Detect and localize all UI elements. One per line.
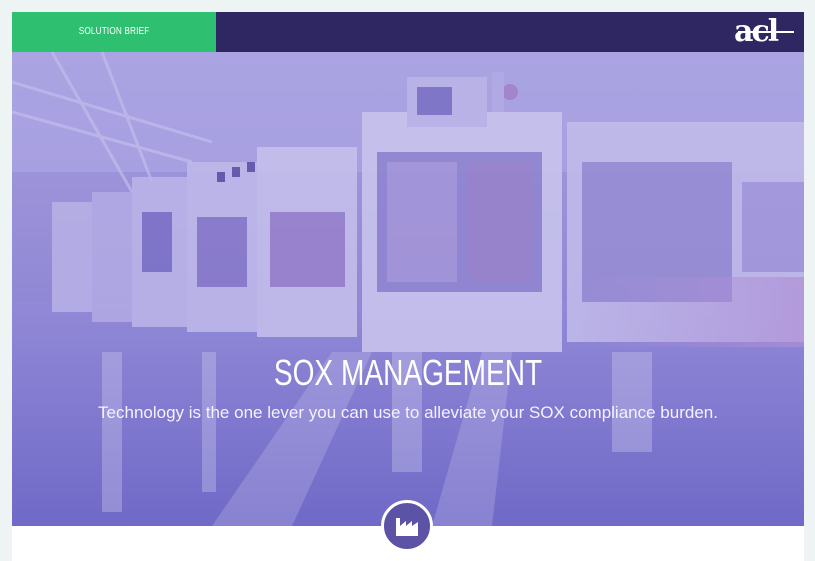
hero-subtitle: Technology is the one lever you can use … bbox=[98, 403, 718, 422]
factory-icon-badge bbox=[381, 500, 433, 552]
hero-title: SOX MANAGEMENT bbox=[12, 352, 804, 394]
badge-label: SOLUTION BRIEF bbox=[78, 26, 150, 37]
solution-brief-page: SOLUTION BRIEF acl SOX MANAGEMENT Techno… bbox=[12, 12, 804, 561]
solution-brief-badge: SOLUTION BRIEF bbox=[12, 12, 216, 52]
factory-icon bbox=[396, 518, 418, 536]
acl-logo: acl bbox=[734, 17, 794, 47]
hero-title-text: SOX MANAGEMENT bbox=[273, 352, 543, 393]
logo-underline bbox=[738, 31, 794, 33]
factory-photo-illustration bbox=[12, 52, 804, 526]
hero-banner: SOX MANAGEMENT Technology is the one lev… bbox=[12, 52, 804, 526]
header-bar: SOLUTION BRIEF acl bbox=[12, 12, 804, 52]
